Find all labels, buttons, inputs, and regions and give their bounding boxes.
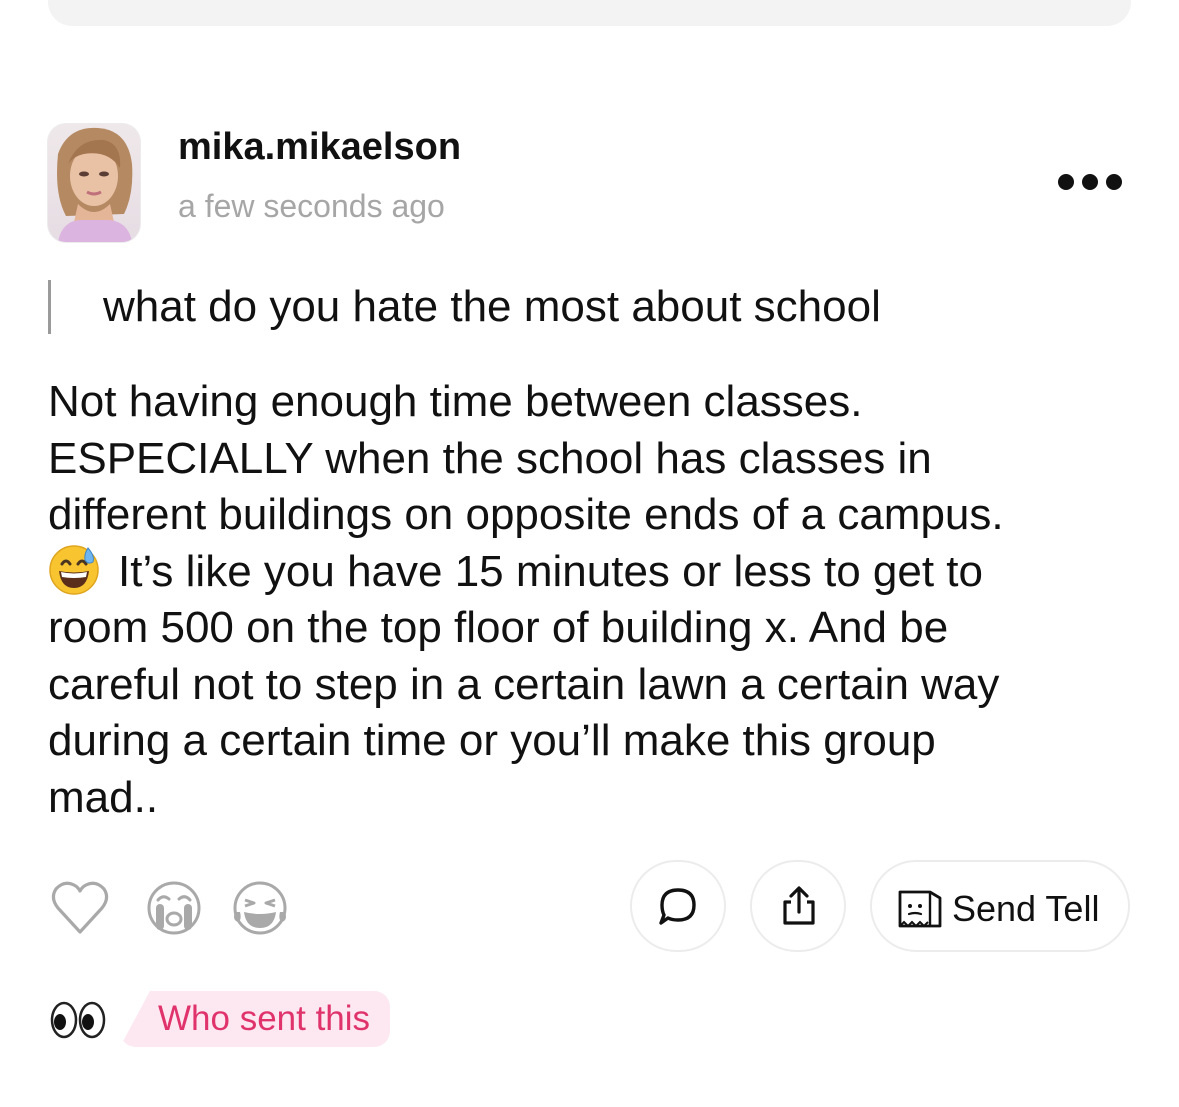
- answer-line: different buildings on opposite ends of …: [48, 490, 1004, 539]
- answer-line: careful not to step in a certain lawn a …: [48, 659, 1000, 709]
- answer-line: mad..: [48, 772, 159, 822]
- send-tell-button[interactable]: Send Tell: [870, 860, 1130, 952]
- question-text: what do you hate the most about school: [103, 282, 881, 331]
- answer-line-with-emoji: It’s like you have 15 minutes or less to…: [48, 544, 1138, 601]
- answer-line-text: It’s like you have 15 minutes or less to…: [118, 546, 983, 596]
- more-icon[interactable]: [1052, 164, 1128, 200]
- send-tell-label: Send Tell: [952, 888, 1100, 929]
- comment-button[interactable]: [630, 860, 726, 952]
- previous-card-edge: [48, 0, 1131, 26]
- laughing-face-icon[interactable]: [230, 878, 290, 938]
- username[interactable]: mika.mikaelson: [178, 126, 461, 169]
- grinning-face-with-sweat-icon: [48, 544, 100, 596]
- avatar[interactable]: [48, 124, 140, 242]
- post-timestamp: a few seconds ago: [178, 188, 445, 224]
- quote-bar: [48, 280, 51, 334]
- share-button[interactable]: [750, 860, 846, 952]
- answer-line: room 500 on the top floor of building x.…: [48, 603, 949, 652]
- answer-text: Not having enough time between classes. …: [48, 374, 1138, 826]
- eyes-icon: [50, 1000, 106, 1040]
- answer-line: Not having enough time between classes.: [48, 377, 863, 426]
- who-sent-this-button[interactable]: Who sent this: [120, 991, 391, 1047]
- crying-face-icon[interactable]: [144, 878, 204, 938]
- speech-bubble-icon: [659, 888, 696, 925]
- heart-icon[interactable]: [50, 878, 110, 938]
- share-icon: [783, 886, 815, 925]
- answer-line: ESPECIALLY when the school has classes i…: [48, 433, 932, 483]
- answer-line: during a certain time or you’ll make thi…: [48, 716, 936, 765]
- paper-bag-icon: [898, 890, 942, 928]
